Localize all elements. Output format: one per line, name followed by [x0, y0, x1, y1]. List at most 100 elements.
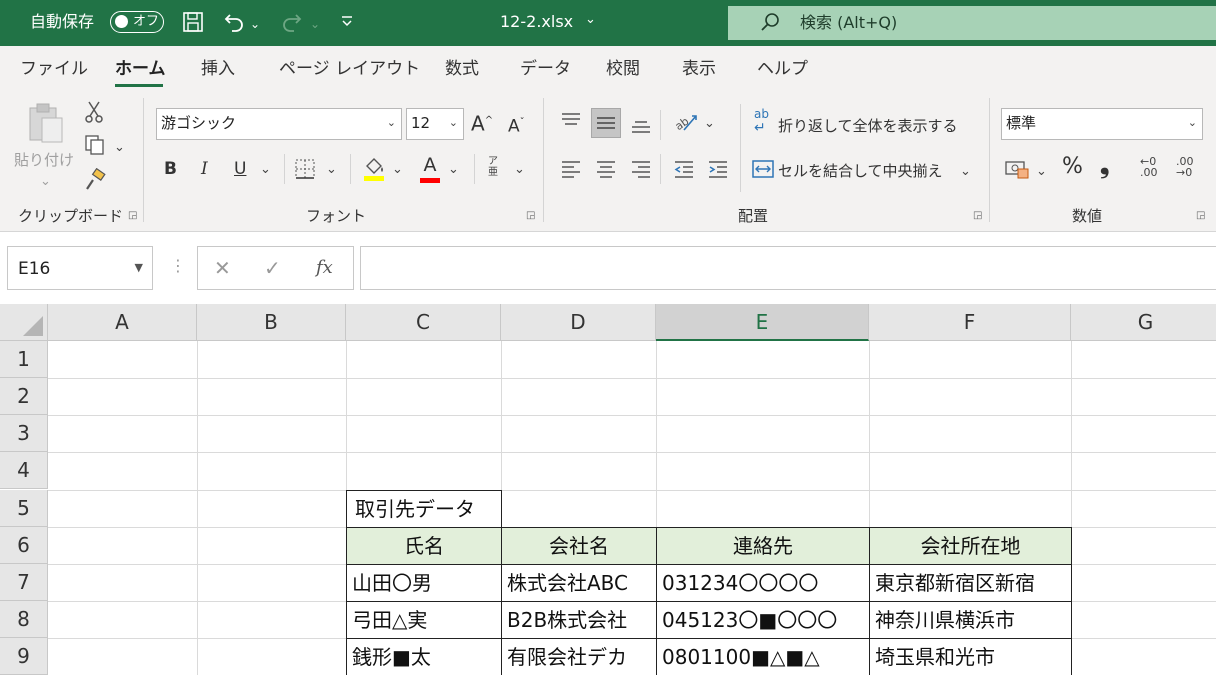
- formula-input[interactable]: [360, 246, 1216, 290]
- align-center-icon[interactable]: [595, 158, 617, 186]
- row-header-2[interactable]: 2: [0, 378, 48, 415]
- font-color-button[interactable]: A: [418, 154, 442, 183]
- column-header-f[interactable]: F: [869, 304, 1071, 341]
- wrap-text-icon[interactable]: ab: [754, 108, 769, 120]
- tab-file[interactable]: ファイル: [20, 58, 88, 80]
- merge-dropdown-icon[interactable]: ⌄: [960, 164, 971, 180]
- format-painter-icon[interactable]: [82, 167, 108, 198]
- cell-f8[interactable]: 神奈川県横浜市: [869, 601, 1072, 639]
- cut-icon[interactable]: [82, 100, 106, 130]
- borders-dropdown-icon[interactable]: ⌄: [326, 162, 337, 178]
- row-header-6[interactable]: 6: [0, 527, 48, 564]
- insert-function-icon[interactable]: fx: [316, 256, 333, 280]
- autosave-toggle[interactable]: オフ: [110, 11, 164, 33]
- column-header-e[interactable]: E: [656, 304, 869, 341]
- cell-d7[interactable]: 株式会社ABC: [501, 564, 657, 602]
- cancel-icon[interactable]: ✕: [214, 256, 231, 280]
- column-header-a[interactable]: A: [48, 304, 197, 341]
- paste-icon[interactable]: [22, 100, 70, 152]
- increase-indent-icon[interactable]: [707, 158, 729, 186]
- bold-button[interactable]: B: [164, 158, 177, 180]
- cell-e8[interactable]: 045123〇■〇〇〇: [656, 601, 870, 639]
- row-header-5[interactable]: 5: [0, 490, 48, 527]
- percent-style-button[interactable]: %: [1062, 156, 1083, 178]
- file-name[interactable]: 12-2.xlsx: [500, 11, 573, 33]
- copy-dropdown-icon[interactable]: ⌄: [114, 140, 125, 156]
- paste-dropdown-icon[interactable]: ⌄: [40, 174, 51, 190]
- customize-qat-icon[interactable]: [340, 10, 354, 40]
- cell-d6[interactable]: 会社名: [501, 527, 657, 565]
- fill-color-dropdown-icon[interactable]: ⌄: [392, 162, 403, 178]
- cell-d8[interactable]: B2B株式会社: [501, 601, 657, 639]
- decrease-decimal-button[interactable]: .00 →0: [1176, 156, 1202, 178]
- redo-dropdown-icon[interactable]: ⌄: [310, 12, 320, 36]
- column-header-g[interactable]: G: [1071, 304, 1216, 341]
- undo-dropdown-icon[interactable]: ⌄: [250, 12, 260, 36]
- number-launcher-icon[interactable]: ◲: [1196, 210, 1205, 222]
- align-right-icon[interactable]: [630, 158, 652, 186]
- tab-home[interactable]: ホーム: [115, 58, 166, 80]
- fill-color-icon[interactable]: [362, 154, 386, 188]
- filename-dropdown-icon[interactable]: ⌄: [585, 9, 596, 31]
- font-size-select[interactable]: 12 ⌄: [406, 108, 464, 140]
- tab-insert[interactable]: 挿入: [201, 58, 235, 80]
- font-name-select[interactable]: 游ゴシック ⌄: [156, 108, 402, 140]
- name-box[interactable]: E16 ▼: [7, 246, 153, 290]
- italic-button[interactable]: I: [201, 158, 208, 180]
- save-icon[interactable]: [181, 10, 205, 40]
- align-left-icon[interactable]: [560, 158, 582, 186]
- cell-c5[interactable]: 取引先データ: [346, 490, 502, 528]
- orientation-icon[interactable]: ab: [672, 110, 700, 140]
- undo-icon[interactable]: [222, 10, 246, 40]
- cell-f9[interactable]: 埼玉県和光市: [869, 638, 1072, 675]
- select-all-button[interactable]: [0, 304, 48, 341]
- tab-data[interactable]: データ: [520, 58, 571, 80]
- tab-review[interactable]: 校閲: [606, 58, 640, 80]
- borders-icon[interactable]: [294, 158, 316, 186]
- tab-formulas[interactable]: 数式: [445, 58, 479, 80]
- orientation-dropdown-icon[interactable]: ⌄: [704, 116, 715, 132]
- cell-f7[interactable]: 東京都新宿区新宿: [869, 564, 1072, 602]
- tab-page-layout[interactable]: ページ レイアウト: [279, 58, 420, 80]
- font-launcher-icon[interactable]: ◲: [526, 210, 535, 222]
- font-color-dropdown-icon[interactable]: ⌄: [448, 162, 459, 178]
- paste-label[interactable]: 貼り付け: [14, 150, 74, 170]
- increase-font-size-button[interactable]: A^: [471, 110, 493, 135]
- enter-icon[interactable]: ✓: [264, 256, 281, 280]
- redo-icon[interactable]: [280, 10, 304, 40]
- underline-button[interactable]: U: [234, 158, 246, 180]
- cell-e9[interactable]: 0801100■△■△: [656, 638, 870, 675]
- align-top-icon[interactable]: [560, 110, 582, 138]
- merge-center-label[interactable]: セルを結合して中央揃え: [778, 161, 943, 181]
- merge-center-icon[interactable]: [751, 158, 775, 186]
- number-format-select[interactable]: 標準 ⌄: [1001, 108, 1203, 140]
- column-header-d[interactable]: D: [501, 304, 656, 341]
- cell-c9[interactable]: 銭形■太: [346, 638, 502, 675]
- formula-bar-resize-handle[interactable]: ⋮: [170, 256, 186, 275]
- row-header-1[interactable]: 1: [0, 341, 48, 378]
- clipboard-launcher-icon[interactable]: ◲: [128, 210, 137, 222]
- comma-style-button[interactable]: ❟: [1100, 153, 1109, 177]
- cell-d9[interactable]: 有限会社デカ: [501, 638, 657, 675]
- copy-icon[interactable]: [82, 134, 108, 162]
- cell-f6[interactable]: 会社所在地: [869, 527, 1072, 565]
- cell-c7[interactable]: 山田〇男: [346, 564, 502, 602]
- cell-e6[interactable]: 連絡先: [656, 527, 870, 565]
- wrap-text-label[interactable]: 折り返して全体を表示する: [778, 116, 958, 136]
- phonetic-guide-button[interactable]: ア亜: [488, 156, 498, 178]
- row-header-9[interactable]: 9: [0, 638, 48, 675]
- row-header-3[interactable]: 3: [0, 415, 48, 452]
- accounting-dropdown-icon[interactable]: ⌄: [1036, 164, 1047, 180]
- column-header-b[interactable]: B: [197, 304, 346, 341]
- phonetic-dropdown-icon[interactable]: ⌄: [514, 162, 525, 178]
- row-header-8[interactable]: 8: [0, 601, 48, 638]
- alignment-launcher-icon[interactable]: ◲: [973, 210, 982, 222]
- search-box[interactable]: 検索 (Alt+Q): [728, 6, 1216, 40]
- cell-e7[interactable]: 031234〇〇〇〇: [656, 564, 870, 602]
- cell-c6[interactable]: 氏名: [346, 527, 502, 565]
- cell-c8[interactable]: 弓田△実: [346, 601, 502, 639]
- align-bottom-icon[interactable]: [630, 114, 652, 142]
- tab-help[interactable]: ヘルプ: [757, 58, 808, 80]
- column-header-c[interactable]: C: [346, 304, 501, 341]
- row-header-7[interactable]: 7: [0, 564, 48, 601]
